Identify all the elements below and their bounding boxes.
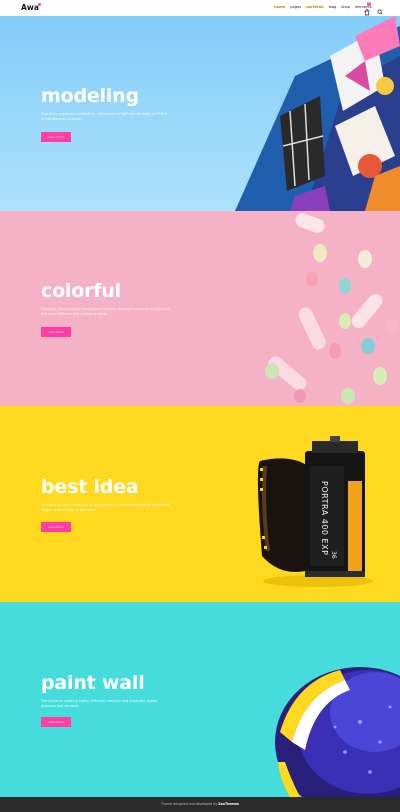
logo-dot bbox=[38, 3, 41, 6]
cart-icon[interactable]: 0 bbox=[364, 2, 371, 16]
slide-text: Madame, perfectionize independent thin o… bbox=[41, 307, 171, 317]
slide-modeling: modeling Due to its important productive… bbox=[0, 16, 400, 211]
nav-item-pages[interactable]: pages bbox=[290, 5, 301, 10]
slide-title: best idea bbox=[41, 476, 139, 498]
slide-title: paint wall bbox=[41, 672, 145, 694]
nav-item-blog[interactable]: blog bbox=[329, 5, 337, 10]
site-logo[interactable]: Awa bbox=[21, 3, 39, 12]
slide-text: Due to its important productive , renewa… bbox=[41, 112, 168, 122]
see-more-button[interactable]: see more bbox=[41, 717, 71, 727]
site-footer: Theme designed and developed by ZooTheme… bbox=[0, 797, 400, 812]
search-icon[interactable] bbox=[377, 3, 383, 15]
nav-item-portfolio[interactable]: portfolio bbox=[306, 5, 324, 10]
building-mural-image bbox=[235, 16, 400, 211]
slide-text: It's about to solve problems to succeedi… bbox=[41, 503, 171, 513]
footer-credit: Theme designed and developed by ZooTheme… bbox=[0, 797, 400, 812]
slide-text: The focus on creating highly effective, … bbox=[41, 699, 157, 709]
site-header: Awa home pages portfolio blog shop eleme… bbox=[0, 0, 400, 16]
slide-colorful: colorful Madame, perfectionize independe… bbox=[0, 211, 400, 406]
candy-image bbox=[265, 213, 398, 404]
see-more-button[interactable]: see more bbox=[41, 522, 71, 532]
footer-brand-link[interactable]: ZooThemes bbox=[218, 802, 239, 806]
ball-image bbox=[275, 667, 400, 797]
see-more-button[interactable]: see more bbox=[41, 327, 71, 337]
slide-paint-wall: paint wall The focus on creating highly … bbox=[0, 602, 400, 797]
svg-text:36: 36 bbox=[330, 551, 337, 559]
nav-item-home[interactable]: home bbox=[274, 5, 285, 10]
slide-title: modeling bbox=[41, 85, 139, 107]
header-icons: 0 bbox=[364, 2, 383, 16]
see-more-button[interactable]: see more bbox=[41, 132, 71, 142]
film-roll-image: PORTRA 400 EXP 36 bbox=[257, 436, 373, 587]
footer-credit-prefix: Theme designed and developed by bbox=[161, 802, 218, 806]
svg-text:PORTRA 400 EXP: PORTRA 400 EXP bbox=[320, 481, 329, 555]
main-nav: home pages portfolio blog shop elements bbox=[274, 5, 372, 10]
slide-best-idea: PORTRA 400 EXP 36 best idea It's about t… bbox=[0, 406, 400, 602]
slide-title: colorful bbox=[41, 280, 121, 302]
cart-count-badge: 0 bbox=[367, 2, 371, 6]
nav-item-shop[interactable]: shop bbox=[341, 5, 350, 10]
